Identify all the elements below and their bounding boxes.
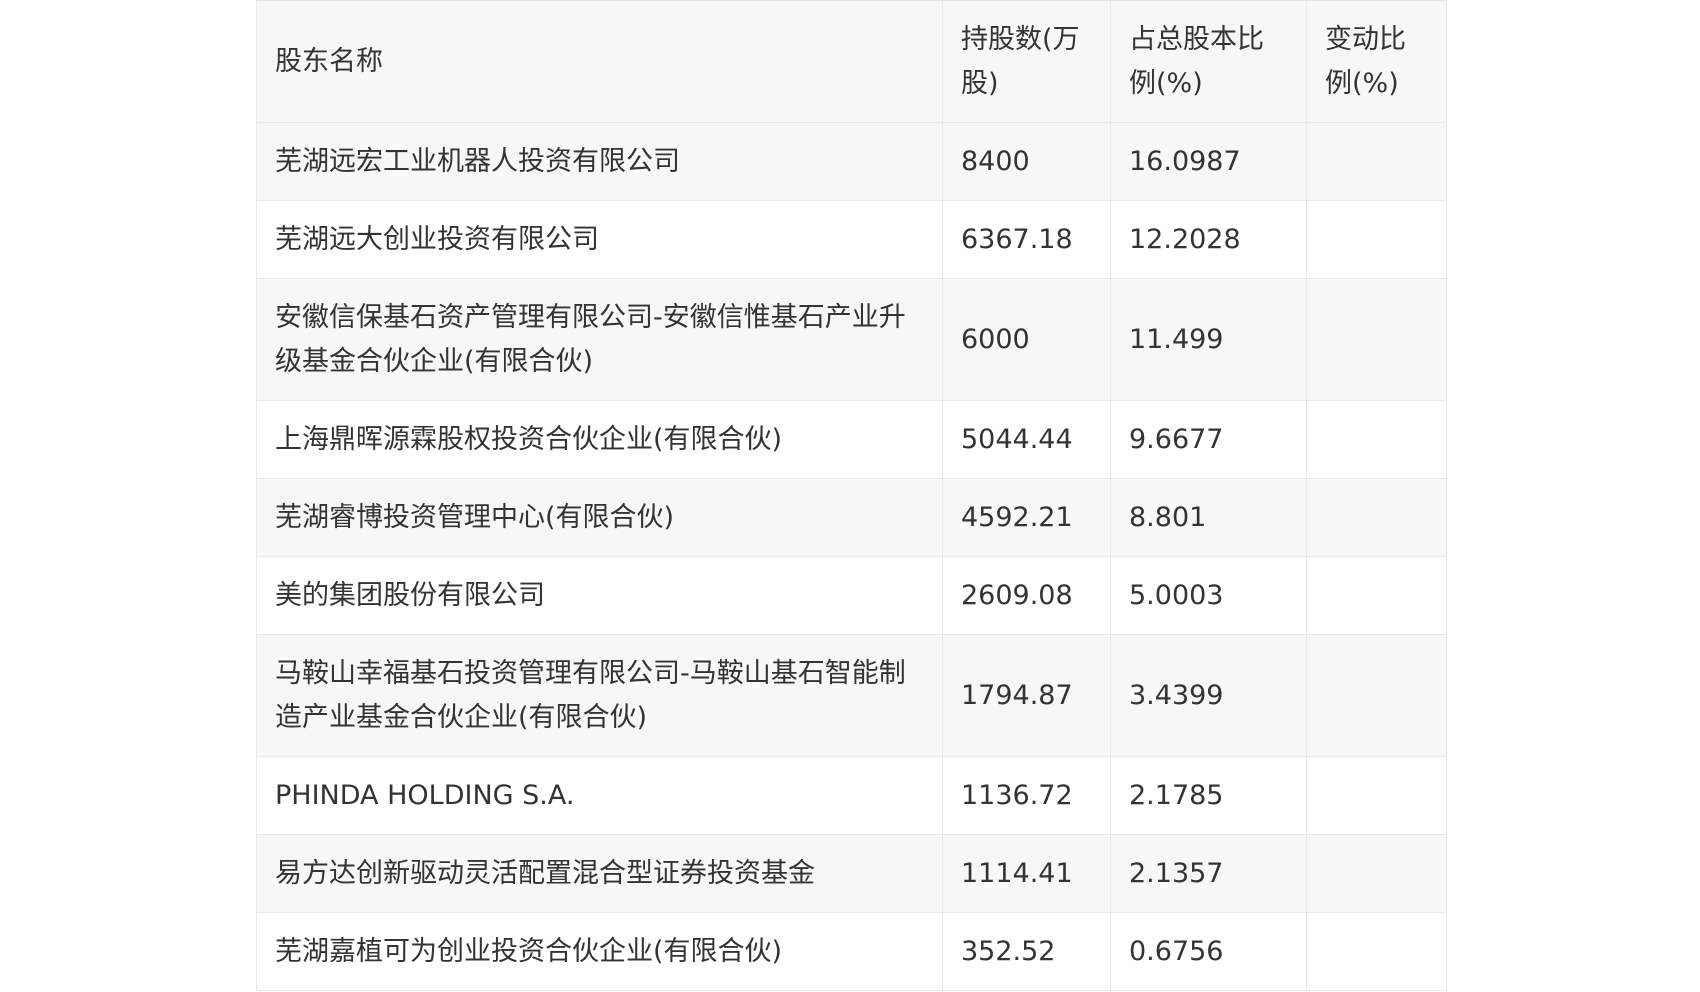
cell-shares: 1136.72: [942, 756, 1111, 835]
cell-shareholder-name: 芜湖睿博投资管理中心(有限合伙): [256, 478, 943, 557]
header-shareholder-name: 股东名称: [256, 0, 943, 123]
table-row: 芜湖嘉植可为创业投资合伙企业(有限合伙) 352.52 0.6756: [256, 912, 1447, 991]
table-header-row: 股东名称 持股数(万股) 占总股本比例(%) 变动比例(%): [256, 0, 1447, 123]
cell-change: [1306, 278, 1447, 401]
cell-shareholder-name: 芜湖远宏工业机器人投资有限公司: [256, 122, 943, 201]
cell-change: [1306, 756, 1447, 835]
table-row: 芜湖远宏工业机器人投资有限公司 8400 16.0987: [256, 122, 1447, 201]
cell-change: [1306, 478, 1447, 557]
table-row: 芜湖睿博投资管理中心(有限合伙) 4592.21 8.801: [256, 478, 1447, 557]
table-row: 易方达创新驱动灵活配置混合型证券投资基金 1114.41 2.1357: [256, 834, 1447, 913]
table-row: 芜湖远大创业投资有限公司 6367.18 12.2028: [256, 200, 1447, 279]
table-row: 安徽信保基石资产管理有限公司-安徽信惟基石产业升级基金合伙企业(有限合伙) 60…: [256, 278, 1447, 401]
cell-change: [1306, 400, 1447, 479]
cell-shares: 352.52: [942, 912, 1111, 991]
cell-change: [1306, 122, 1447, 201]
cell-shareholder-name: 美的集团股份有限公司: [256, 556, 943, 635]
cell-shares: 1794.87: [942, 634, 1111, 757]
cell-shareholder-name: 安徽信保基石资产管理有限公司-安徽信惟基石产业升级基金合伙企业(有限合伙): [256, 278, 943, 401]
shareholder-table-container: 股东名称 持股数(万股) 占总股本比例(%) 变动比例(%) 芜湖远宏工业机器人…: [256, 0, 1447, 991]
table-row: 上海鼎晖源霖股权投资合伙企业(有限合伙) 5044.44 9.6677: [256, 400, 1447, 479]
cell-ratio: 0.6756: [1110, 912, 1307, 991]
cell-ratio: 3.4399: [1110, 634, 1307, 757]
table-row: 马鞍山幸福基石投资管理有限公司-马鞍山基石智能制造产业基金合伙企业(有限合伙) …: [256, 634, 1447, 757]
cell-change: [1306, 834, 1447, 913]
cell-shareholder-name: PHINDA HOLDING S.A.: [256, 756, 943, 835]
cell-ratio: 8.801: [1110, 478, 1307, 557]
cell-shares: 6367.18: [942, 200, 1111, 279]
cell-shareholder-name: 马鞍山幸福基石投资管理有限公司-马鞍山基石智能制造产业基金合伙企业(有限合伙): [256, 634, 943, 757]
cell-shares: 1114.41: [942, 834, 1111, 913]
cell-ratio: 12.2028: [1110, 200, 1307, 279]
cell-ratio: 2.1357: [1110, 834, 1307, 913]
cell-ratio: 9.6677: [1110, 400, 1307, 479]
cell-change: [1306, 912, 1447, 991]
cell-ratio: 11.499: [1110, 278, 1307, 401]
header-change: 变动比例(%): [1306, 0, 1447, 123]
table-row: 美的集团股份有限公司 2609.08 5.0003: [256, 556, 1447, 635]
cell-shares: 6000: [942, 278, 1111, 401]
cell-change: [1306, 556, 1447, 635]
cell-shares: 2609.08: [942, 556, 1111, 635]
header-shares: 持股数(万股): [942, 0, 1111, 123]
cell-shares: 8400: [942, 122, 1111, 201]
table-row: PHINDA HOLDING S.A. 1136.72 2.1785: [256, 756, 1447, 835]
shareholder-table: 股东名称 持股数(万股) 占总股本比例(%) 变动比例(%) 芜湖远宏工业机器人…: [256, 0, 1447, 991]
cell-change: [1306, 200, 1447, 279]
cell-shareholder-name: 芜湖嘉植可为创业投资合伙企业(有限合伙): [256, 912, 943, 991]
cell-shareholder-name: 易方达创新驱动灵活配置混合型证券投资基金: [256, 834, 943, 913]
cell-ratio: 2.1785: [1110, 756, 1307, 835]
header-ratio: 占总股本比例(%): [1110, 0, 1307, 123]
cell-shares: 5044.44: [942, 400, 1111, 479]
cell-change: [1306, 634, 1447, 757]
cell-shareholder-name: 芜湖远大创业投资有限公司: [256, 200, 943, 279]
cell-shareholder-name: 上海鼎晖源霖股权投资合伙企业(有限合伙): [256, 400, 943, 479]
cell-shares: 4592.21: [942, 478, 1111, 557]
cell-ratio: 16.0987: [1110, 122, 1307, 201]
cell-ratio: 5.0003: [1110, 556, 1307, 635]
